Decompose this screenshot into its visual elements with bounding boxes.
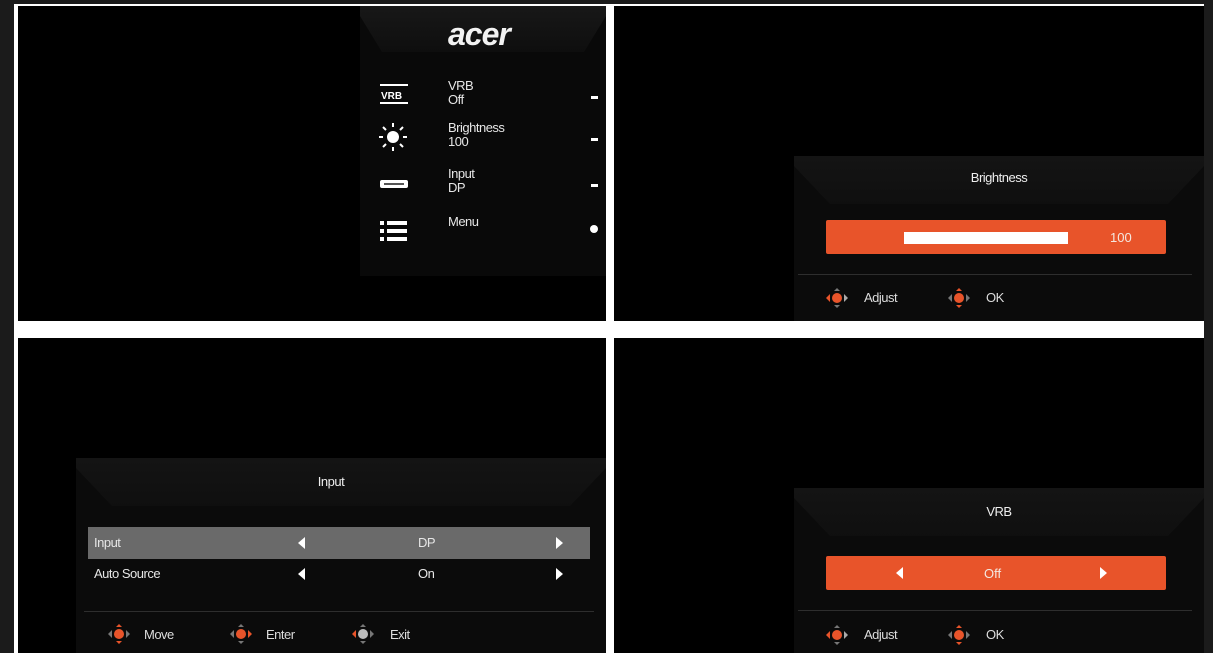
brightness-value: 100 — [1110, 230, 1132, 245]
dialog-title: Input — [317, 474, 345, 489]
auto-source-row[interactable]: Auto Source On — [88, 558, 590, 590]
hint-label: Exit — [390, 627, 410, 642]
dialog-header — [794, 156, 1204, 216]
quick-menu-label: Menu — [448, 214, 479, 229]
vrb-selector[interactable]: Off — [826, 556, 1166, 590]
dpad-center-icon — [948, 288, 970, 308]
hotkey-indicator — [591, 184, 598, 187]
hint-label: Adjust — [864, 627, 898, 642]
vrb-dialog: VRB Off Adjust OK — [794, 488, 1204, 653]
vrb-value: Off — [984, 566, 1002, 581]
quick-menu-item-vrb[interactable]: VRB VRB Off — [378, 78, 598, 118]
quick-menu: acer VRB VRB Off Brightness 100 Input DP… — [360, 6, 606, 276]
input-connector-icon — [380, 180, 408, 188]
hint-label: Adjust — [864, 290, 898, 305]
brightness-slider[interactable]: 100 — [826, 220, 1166, 254]
arrow-left-icon[interactable] — [298, 537, 305, 549]
divider — [798, 274, 1192, 275]
menu-indicator-dot — [590, 225, 598, 233]
arrow-right-icon[interactable] — [556, 537, 563, 549]
divider — [798, 610, 1192, 611]
hotkey-indicator — [591, 138, 598, 141]
arrow-right-icon[interactable] — [556, 568, 563, 580]
dpad-center-icon — [948, 625, 970, 645]
quick-menu-item-menu[interactable]: Menu — [378, 214, 598, 254]
acer-logo: acer — [448, 16, 511, 52]
hint-label: OK — [986, 627, 1004, 642]
quick-menu-item-brightness[interactable]: Brightness 100 — [378, 120, 598, 160]
quick-menu-item-input[interactable]: Input DP — [378, 166, 598, 206]
row-label: Auto Source — [94, 566, 161, 581]
dpad-ud-icon — [108, 624, 130, 644]
arrow-left-icon[interactable] — [298, 568, 305, 580]
brightness-panel: Brightness 100 Adjust OK — [614, 6, 1204, 321]
row-value: On — [418, 566, 435, 581]
hotkey-indicator — [591, 96, 598, 99]
list-menu-icon — [380, 221, 407, 241]
arrow-right-icon[interactable] — [1100, 567, 1107, 579]
quick-menu-value: DP — [448, 180, 466, 195]
dpad-lr-icon — [352, 624, 374, 644]
row-value: DP — [418, 535, 436, 550]
dpad-lr-icon — [826, 625, 848, 645]
arrow-left-icon[interactable] — [896, 567, 903, 579]
dialog-title: VRB — [986, 504, 1012, 519]
vrb-icon: VRB — [380, 84, 408, 104]
dpad-center-icon — [230, 624, 252, 644]
quick-menu-value: Off — [448, 92, 464, 107]
sun-icon — [379, 123, 407, 151]
divider — [84, 611, 594, 612]
vrb-panel: VRB Off Adjust OK — [614, 338, 1204, 653]
quick-menu-value: 100 — [448, 134, 469, 149]
quick-menu-label: Input — [448, 166, 475, 181]
input-panel: Input Input DP Auto Source On Move Enter… — [18, 338, 606, 653]
quick-menu-label: VRB — [448, 78, 474, 93]
hint-label: OK — [986, 290, 1004, 305]
dialog-title: Brightness — [970, 170, 1028, 185]
brightness-dialog: Brightness 100 Adjust OK — [794, 156, 1204, 321]
quick-menu-label: Brightness — [448, 120, 505, 135]
brightness-slider-fill — [904, 232, 1068, 244]
hint-label: Move — [144, 627, 174, 642]
svg-text:VRB: VRB — [381, 91, 402, 102]
input-row[interactable]: Input DP — [88, 527, 590, 559]
dpad-lr-icon — [826, 288, 848, 308]
quick-menu-panel: acer VRB VRB Off Brightness 100 Input DP… — [18, 6, 606, 321]
row-label: Input — [94, 535, 121, 550]
hint-label: Enter — [266, 627, 295, 642]
